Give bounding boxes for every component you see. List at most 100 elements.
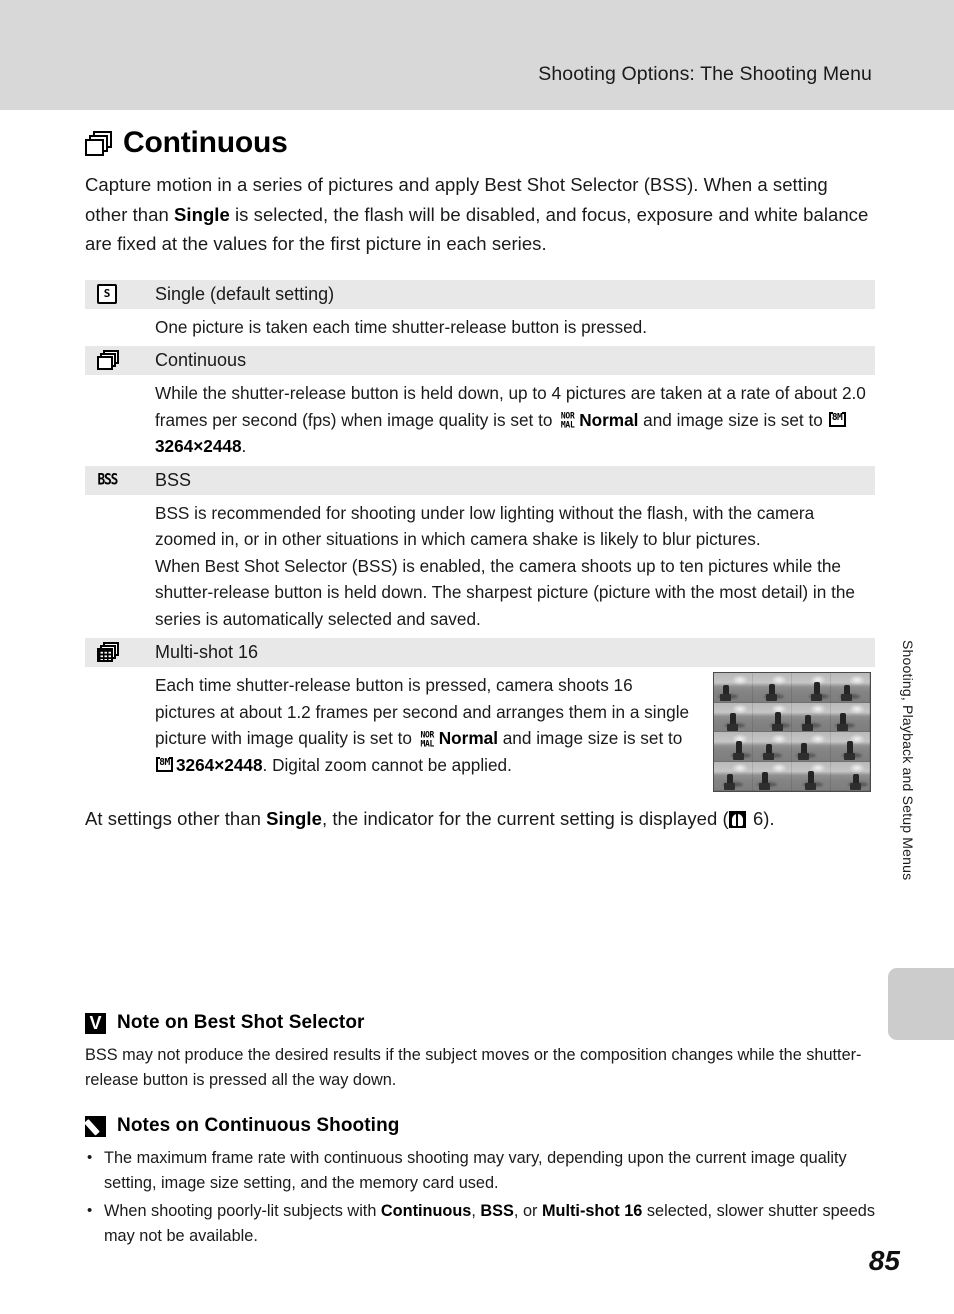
option-body-text: One picture is taken each time shutter-r… bbox=[155, 316, 648, 337]
note-title: Note on Best Shot Selector bbox=[117, 1012, 365, 1033]
bold-image-size: 3264×2448 bbox=[155, 436, 242, 456]
closing-ref-page: 6). bbox=[747, 808, 775, 829]
text-part: When shooting poorly-lit subjects with bbox=[104, 1202, 381, 1220]
option-label-bss: BSS bbox=[155, 469, 192, 490]
intro-bold-single: Single bbox=[174, 203, 230, 225]
subject-silhouette bbox=[771, 711, 783, 731]
image-size-8m-badge-icon: 8M bbox=[156, 756, 174, 774]
bss-icon: BSS bbox=[97, 470, 119, 490]
motion-frame bbox=[714, 702, 753, 732]
bold-image-size: 3264×2448 bbox=[176, 754, 263, 775]
reference-book-icon bbox=[728, 811, 746, 828]
frame-highlight bbox=[848, 763, 865, 774]
side-chapter-label: Shooting, Playback and Setup Menus bbox=[900, 640, 916, 881]
closing-bold-single: Single bbox=[266, 808, 322, 829]
note-bullet-list: The maximum frame rate with continuous s… bbox=[85, 1145, 875, 1249]
page-number: 85 bbox=[868, 1245, 900, 1276]
subject-silhouette bbox=[797, 742, 809, 761]
option-body-textcol: Each time shutter-release button is pres… bbox=[155, 672, 696, 792]
motion-frame bbox=[753, 673, 792, 703]
motion-frame bbox=[831, 732, 870, 762]
subject-silhouette bbox=[810, 682, 822, 701]
subject-silhouette bbox=[804, 770, 816, 790]
page-header-title: Shooting Options: The Shooting Menu bbox=[538, 63, 872, 85]
text-part: . Digital zoom cannot be applied. bbox=[262, 754, 512, 775]
subject-silhouette bbox=[732, 741, 744, 760]
closing-part1: At settings other than bbox=[85, 808, 267, 829]
badge-text: 8M bbox=[159, 756, 170, 768]
subject-silhouette bbox=[843, 741, 855, 760]
option-body-text: While the shutter-release button is held… bbox=[155, 380, 875, 460]
motion-frame bbox=[831, 673, 870, 703]
intro-paragraph: Capture motion in a series of pictures a… bbox=[85, 170, 875, 259]
continuous-stack-icon bbox=[97, 350, 120, 371]
option-row-header-single: S Single (default setting) bbox=[85, 279, 875, 309]
subject-silhouette bbox=[763, 744, 775, 760]
bold-multishot: Multi-shot 16 bbox=[541, 1202, 643, 1220]
motion-frame bbox=[753, 702, 792, 732]
frame-highlight bbox=[809, 733, 826, 744]
option-label-multishot: Multi-shot 16 bbox=[155, 642, 259, 662]
pencil-note-icon bbox=[85, 1115, 106, 1137]
single-shot-icon: S bbox=[97, 284, 117, 304]
subject-silhouette bbox=[719, 685, 731, 701]
option-row-header-continuous: Continuous bbox=[85, 346, 875, 375]
option-label-single: Single (default setting) bbox=[155, 283, 335, 304]
page-header-band bbox=[0, 0, 954, 110]
note-heading: Notes on Continuous Shooting bbox=[85, 1115, 875, 1137]
text-part: . bbox=[241, 436, 247, 456]
option-icon-cell bbox=[88, 642, 155, 663]
option-icon-cell: BSS bbox=[88, 470, 155, 490]
motion-frame bbox=[714, 673, 753, 703]
option-label-continuous: Continuous bbox=[155, 350, 247, 370]
list-item: The maximum frame rate with continuous s… bbox=[85, 1145, 875, 1196]
list-item: When shooting poorly-lit subjects with C… bbox=[85, 1198, 875, 1249]
text-part: , or bbox=[513, 1202, 542, 1220]
motion-frame bbox=[831, 761, 870, 791]
motion-frame bbox=[714, 761, 753, 791]
badge-bottom: MAL bbox=[420, 738, 435, 749]
side-chapter-tab-marker bbox=[888, 968, 954, 1040]
frame-highlight bbox=[770, 763, 787, 774]
option-row-header-multishot: Multi-shot 16 bbox=[85, 638, 875, 667]
motion-frame bbox=[792, 732, 831, 762]
frame-highlight bbox=[809, 704, 826, 715]
text-part: and image size is set to bbox=[638, 409, 828, 430]
option-body-text-2: When Best Shot Selector (BSS) is enabled… bbox=[155, 555, 855, 629]
bold-continuous: Continuous bbox=[380, 1202, 472, 1220]
text-part: and image size is set to bbox=[497, 728, 683, 748]
option-icon-cell bbox=[88, 350, 155, 371]
closing-part2: , the indicator for the current setting … bbox=[321, 808, 729, 829]
motion-frame bbox=[753, 761, 792, 791]
option-body-text: Each time shutter-release button is pres… bbox=[155, 672, 696, 778]
badge-bottom: MAL bbox=[560, 420, 575, 431]
option-body-bss: BSS is recommended for shooting under lo… bbox=[85, 495, 875, 639]
note-title: Notes on Continuous Shooting bbox=[117, 1115, 400, 1136]
motion-frame bbox=[792, 673, 831, 703]
note-body: BSS may not produce the desired results … bbox=[85, 1046, 862, 1089]
motion-frame bbox=[792, 761, 831, 791]
frame-highlight bbox=[770, 733, 787, 744]
notes-area: Note on Best Shot Selector BSS may not p… bbox=[85, 1012, 875, 1252]
subject-silhouette bbox=[724, 773, 736, 790]
option-body-text-1: BSS is recommended for shooting under lo… bbox=[155, 502, 815, 550]
subject-silhouette bbox=[836, 713, 848, 732]
bold-bss: BSS bbox=[480, 1202, 514, 1220]
option-icon-cell: S bbox=[88, 284, 155, 304]
option-body-single: One picture is taken each time shutter-r… bbox=[85, 309, 875, 347]
motion-frame bbox=[831, 702, 870, 732]
note-heading: Note on Best Shot Selector bbox=[85, 1012, 875, 1034]
normal-quality-badge-icon: NOR MAL bbox=[558, 412, 577, 434]
option-body-continuous: While the shutter-release button is held… bbox=[85, 375, 875, 466]
subject-silhouette bbox=[841, 685, 853, 701]
badge-text: 8M bbox=[831, 411, 843, 423]
subject-silhouette bbox=[758, 772, 770, 791]
motion-frame bbox=[753, 732, 792, 762]
motion-frame bbox=[792, 702, 831, 732]
subject-silhouette bbox=[849, 773, 861, 790]
frame-highlight bbox=[731, 674, 748, 685]
image-size-8m-badge-icon: 8M bbox=[828, 411, 847, 429]
note-block-continuous: Notes on Continuous Shooting The maximum… bbox=[85, 1115, 875, 1249]
page-content: Continuous Capture motion in a series of… bbox=[85, 110, 875, 834]
note-block-bss: Note on Best Shot Selector BSS may not p… bbox=[85, 1012, 875, 1093]
